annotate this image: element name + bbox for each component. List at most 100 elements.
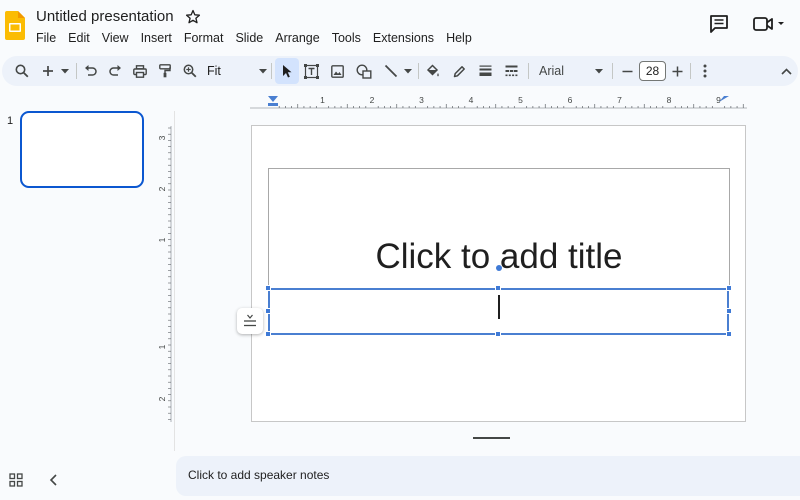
toolbar-divider <box>271 63 272 79</box>
rotate-handle[interactable] <box>496 265 502 271</box>
text-cursor <box>498 295 500 319</box>
resize-handle-bottom-right[interactable] <box>726 331 732 337</box>
border-dash-button[interactable] <box>502 59 520 83</box>
horizontal-ruler[interactable]: 1 2 3 4 5 6 7 8 9 <box>250 93 747 111</box>
speaker-notes-placeholder[interactable]: Click to add speaker notes <box>188 468 329 482</box>
insert-image-button[interactable] <box>328 59 346 83</box>
redo-button[interactable] <box>106 59 124 83</box>
toolbar-divider <box>76 63 77 79</box>
chevron-up-icon <box>780 67 792 75</box>
meet-icon[interactable] <box>752 14 788 34</box>
menu-view[interactable]: View <box>96 30 135 46</box>
line-icon <box>384 64 398 78</box>
toolbar-divider <box>418 63 419 79</box>
more-options-button[interactable] <box>697 59 713 83</box>
menu-bar: File Edit View Insert Format Slide Arran… <box>30 30 478 46</box>
chevron-down-icon <box>259 68 267 73</box>
notes-resize-handle[interactable] <box>473 437 510 439</box>
slides-logo-icon[interactable] <box>5 11 25 40</box>
left-indent-marker[interactable] <box>268 96 278 102</box>
ruler-label: 9 <box>716 95 721 105</box>
vertical-ruler[interactable]: 3 2 1 1 2 <box>156 126 174 422</box>
font-size-input[interactable]: 28 <box>639 61 666 81</box>
shape-button[interactable] <box>354 59 374 83</box>
fill-color-icon <box>426 63 439 76</box>
chevron-down-icon <box>595 68 603 73</box>
menu-extensions[interactable]: Extensions <box>367 30 440 46</box>
undo-button[interactable] <box>81 59 99 83</box>
speaker-notes[interactable]: Click to add speaker notes <box>176 456 800 496</box>
menu-help[interactable]: Help <box>440 30 478 46</box>
document-title[interactable]: Untitled presentation <box>36 8 174 25</box>
menu-slide[interactable]: Slide <box>229 30 269 46</box>
menu-arrange[interactable]: Arrange <box>269 30 325 46</box>
new-slide-button[interactable] <box>40 59 56 83</box>
undo-icon <box>84 65 97 76</box>
collapse-toolbar-button[interactable] <box>778 59 794 83</box>
line-button[interactable] <box>381 59 401 83</box>
resize-handle-right[interactable] <box>726 308 732 314</box>
menu-tools[interactable]: Tools <box>326 30 367 46</box>
menu-insert[interactable]: Insert <box>135 30 178 46</box>
zoom-select[interactable]: Fit <box>207 59 267 83</box>
border-color-icon <box>453 65 465 77</box>
paint-format-icon <box>159 64 171 78</box>
resize-handle-top[interactable] <box>495 285 501 291</box>
decrease-font-size-button[interactable] <box>619 59 635 83</box>
font-select[interactable]: Arial <box>539 59 603 83</box>
title-placeholder-text[interactable]: Click to add title <box>268 237 730 277</box>
select-icon <box>283 65 292 78</box>
slide-number: 1 <box>7 115 14 127</box>
menu-file[interactable]: File <box>30 30 62 46</box>
header: Untitled presentation File Edit View Ins… <box>0 0 800 54</box>
comments-icon[interactable] <box>708 14 730 34</box>
first-line-indent-marker[interactable] <box>268 103 278 106</box>
resize-handle-left[interactable] <box>265 308 271 314</box>
chevron-down-icon <box>404 68 412 73</box>
border-weight-icon <box>479 65 491 76</box>
border-dash-icon <box>505 65 517 77</box>
zoom-value: Fit <box>207 64 221 78</box>
vertical-align-button[interactable] <box>237 308 263 334</box>
print-button[interactable] <box>131 59 149 83</box>
chevron-down-icon <box>61 68 69 73</box>
ruler-label: 3 <box>157 135 167 140</box>
ruler-label: 7 <box>617 95 622 105</box>
image-icon <box>330 64 344 78</box>
toolbar-divider <box>612 63 613 79</box>
chevron-left-icon[interactable] <box>46 472 62 488</box>
ruler-label: 2 <box>157 396 167 401</box>
ruler-label: 1 <box>157 237 167 242</box>
resize-handle-top-left[interactable] <box>265 285 271 291</box>
vertical-align-icon <box>244 314 256 327</box>
fill-color-button[interactable] <box>422 59 442 83</box>
line-dropdown[interactable] <box>402 59 414 83</box>
select-tool[interactable] <box>278 59 296 83</box>
increase-font-size-button[interactable] <box>669 59 685 83</box>
menu-edit[interactable]: Edit <box>62 30 96 46</box>
search-menus-button[interactable] <box>12 59 32 83</box>
search-icon <box>15 64 29 78</box>
grid-view-icon[interactable] <box>8 472 24 488</box>
text-box-button[interactable] <box>302 59 320 83</box>
ruler-label: 3 <box>419 95 424 105</box>
border-color-button[interactable] <box>450 59 468 83</box>
ruler-label: 2 <box>370 95 375 105</box>
ruler-label: 1 <box>320 95 325 105</box>
zoom-icon <box>183 64 197 78</box>
border-weight-button[interactable] <box>476 59 494 83</box>
resize-handle-bottom-left[interactable] <box>265 331 271 337</box>
menu-format[interactable]: Format <box>178 30 230 46</box>
resize-handle-bottom[interactable] <box>495 331 501 337</box>
zoom-button[interactable] <box>181 59 199 83</box>
text-box-icon <box>303 63 319 79</box>
decrease-font-icon <box>622 70 632 72</box>
increase-font-icon <box>672 66 682 76</box>
font-name: Arial <box>539 64 565 78</box>
ruler-label: 8 <box>667 95 672 105</box>
slide-thumbnail[interactable] <box>20 111 144 188</box>
paint-format-button[interactable] <box>156 59 174 83</box>
new-slide-dropdown[interactable] <box>59 59 71 83</box>
resize-handle-top-right[interactable] <box>726 285 732 291</box>
star-icon[interactable] <box>185 9 201 25</box>
